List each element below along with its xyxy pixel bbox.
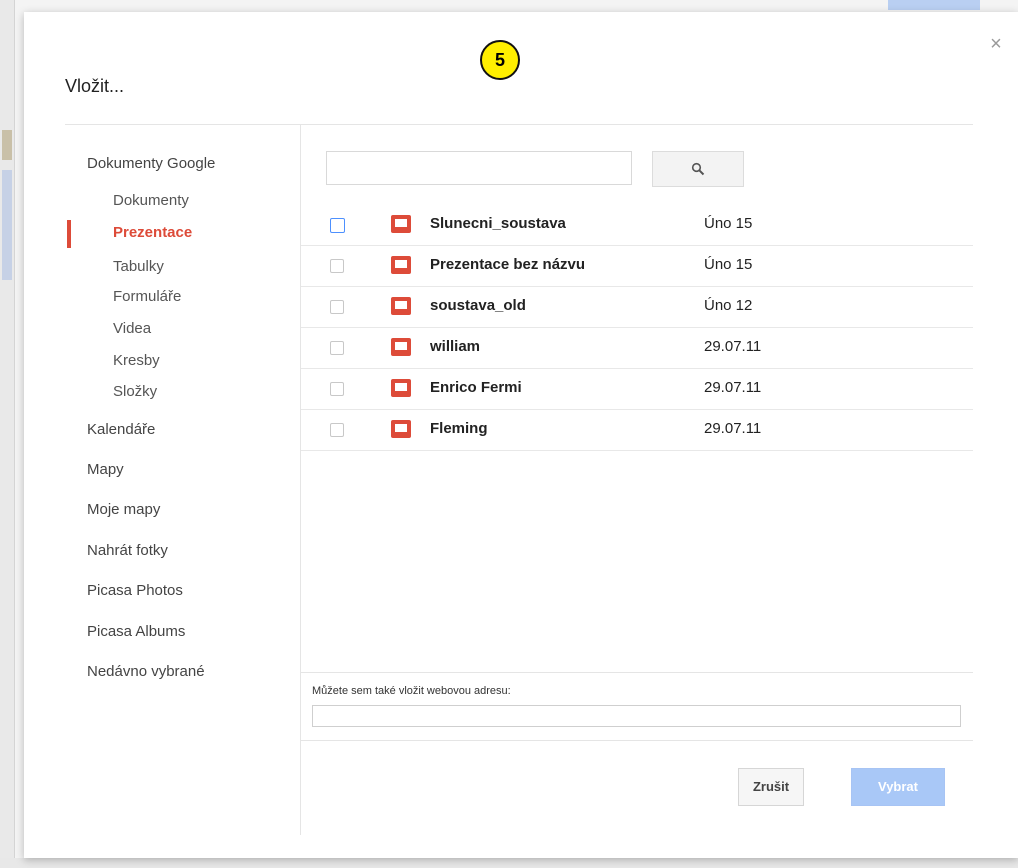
file-row[interactable]: soustava_old Úno 12 (301, 286, 973, 328)
sidebar-item-drawings[interactable]: Kresby (113, 352, 160, 369)
search-icon (691, 162, 705, 176)
sidebar-item-maps[interactable]: Mapy (87, 461, 124, 478)
file-name[interactable]: Enrico Fermi (430, 379, 522, 396)
file-date: Úno 15 (704, 256, 753, 273)
file-name[interactable]: Slunecni_soustava (430, 215, 566, 232)
url-input[interactable] (312, 705, 961, 727)
close-icon[interactable]: × (986, 34, 1006, 54)
row-checkbox[interactable] (330, 218, 345, 233)
file-date: 29.07.11 (704, 420, 762, 437)
sidebar-group-google-docs[interactable]: Dokumenty Google (87, 155, 215, 172)
sidebar-item-presentations[interactable]: Prezentace (113, 224, 192, 241)
background-app-edge (0, 0, 15, 868)
sidebar-item-my-maps[interactable]: Moje mapy (87, 501, 160, 518)
sidebar-item-videos[interactable]: Videa (113, 320, 151, 337)
search-input[interactable] (326, 151, 632, 185)
presentation-icon (391, 256, 411, 274)
select-button[interactable]: Vybrat (851, 768, 945, 806)
file-date: 29.07.11 (704, 338, 762, 355)
file-name[interactable]: william (430, 338, 480, 355)
header-divider (65, 124, 973, 125)
file-date: Úno 12 (704, 297, 753, 314)
sidebar-item-spreadsheets[interactable]: Tabulky (113, 258, 164, 275)
presentation-icon (391, 297, 411, 315)
footer-divider (301, 740, 973, 741)
page: × Vložit... 5 Dokumenty Google Dokumenty… (0, 0, 1018, 868)
file-date: Úno 15 (704, 215, 753, 232)
sidebar-item-documents[interactable]: Dokumenty (113, 192, 189, 209)
step-number-badge: 5 (480, 40, 520, 80)
presentation-icon (391, 338, 411, 356)
sidebar-item-calendars[interactable]: Kalendáře (87, 421, 155, 438)
background-chip (2, 130, 12, 160)
url-label: Můžete sem také vložit webovou adresu: (312, 685, 511, 697)
row-checkbox[interactable] (330, 341, 344, 355)
sidebar-item-upload-photos[interactable]: Nahrát fotky (87, 542, 168, 559)
presentation-icon (391, 420, 411, 438)
file-row[interactable]: Enrico Fermi 29.07.11 (301, 368, 973, 410)
search-button[interactable] (652, 151, 744, 187)
sidebar-item-picasa-photos[interactable]: Picasa Photos (87, 582, 183, 599)
row-checkbox[interactable] (330, 300, 344, 314)
presentation-icon (391, 215, 411, 233)
url-divider (301, 672, 973, 673)
file-row[interactable]: Slunecni_soustava Úno 15 (301, 204, 973, 246)
file-row[interactable]: Prezentace bez názvu Úno 15 (301, 245, 973, 287)
background-app-bottom (0, 858, 1018, 868)
file-name[interactable]: soustava_old (430, 297, 526, 314)
file-name[interactable]: Prezentace bez názvu (430, 256, 585, 273)
file-row[interactable]: william 29.07.11 (301, 327, 973, 369)
sidebar-item-folders[interactable]: Složky (113, 383, 157, 400)
sidebar-item-forms[interactable]: Formuláře (113, 288, 181, 305)
row-checkbox[interactable] (330, 259, 344, 273)
background-app-button (888, 0, 980, 10)
cancel-button[interactable]: Zrušit (738, 768, 804, 806)
sidebar-item-picasa-albums[interactable]: Picasa Albums (87, 623, 185, 640)
dialog-title: Vložit... (65, 76, 125, 96)
sidebar-item-recently-selected[interactable]: Nedávno vybrané (87, 663, 205, 680)
file-row[interactable]: Fleming 29.07.11 (301, 409, 973, 451)
file-name[interactable]: Fleming (430, 420, 488, 437)
file-date: 29.07.11 (704, 379, 762, 396)
active-item-indicator (67, 220, 71, 248)
presentation-icon (391, 379, 411, 397)
background-chip (2, 170, 12, 280)
insert-dialog: × Vložit... 5 Dokumenty Google Dokumenty… (24, 12, 1018, 858)
row-checkbox[interactable] (330, 382, 344, 396)
row-checkbox[interactable] (330, 423, 344, 437)
